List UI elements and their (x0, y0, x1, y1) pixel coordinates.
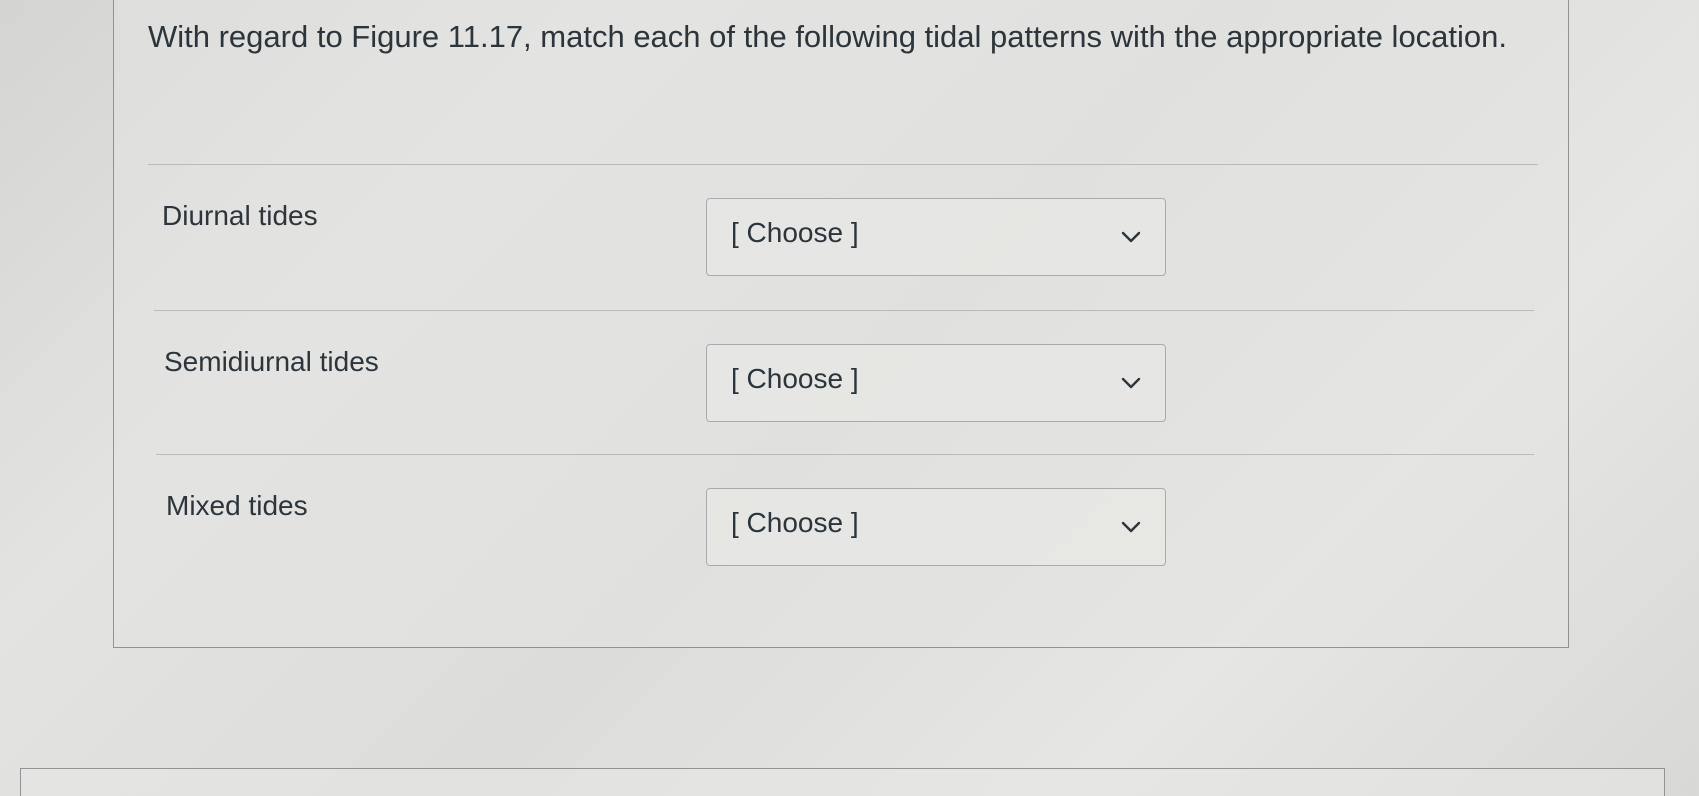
match-select-mixed[interactable]: [ Choose ] (706, 488, 1166, 566)
divider (148, 164, 1538, 165)
chevron-down-icon (1121, 231, 1141, 243)
divider (156, 454, 1534, 455)
next-question-card (20, 768, 1665, 796)
match-select-semidiurnal[interactable]: [ Choose ] (706, 344, 1166, 422)
question-text: With regard to Figure 11.17, match each … (148, 19, 1508, 54)
question-card: With regard to Figure 11.17, match each … (113, 0, 1569, 648)
chevron-down-icon (1121, 377, 1141, 389)
divider (154, 310, 1534, 311)
match-label-mixed: Mixed tides (166, 490, 308, 521)
select-value: [ Choose ] (731, 507, 859, 538)
match-label-semidiurnal: Semidiurnal tides (164, 346, 379, 377)
select-value: [ Choose ] (731, 363, 859, 394)
match-select-diurnal[interactable]: [ Choose ] (706, 198, 1166, 276)
select-value: [ Choose ] (731, 217, 859, 248)
match-label-diurnal: Diurnal tides (162, 200, 318, 231)
chevron-down-icon (1121, 521, 1141, 533)
